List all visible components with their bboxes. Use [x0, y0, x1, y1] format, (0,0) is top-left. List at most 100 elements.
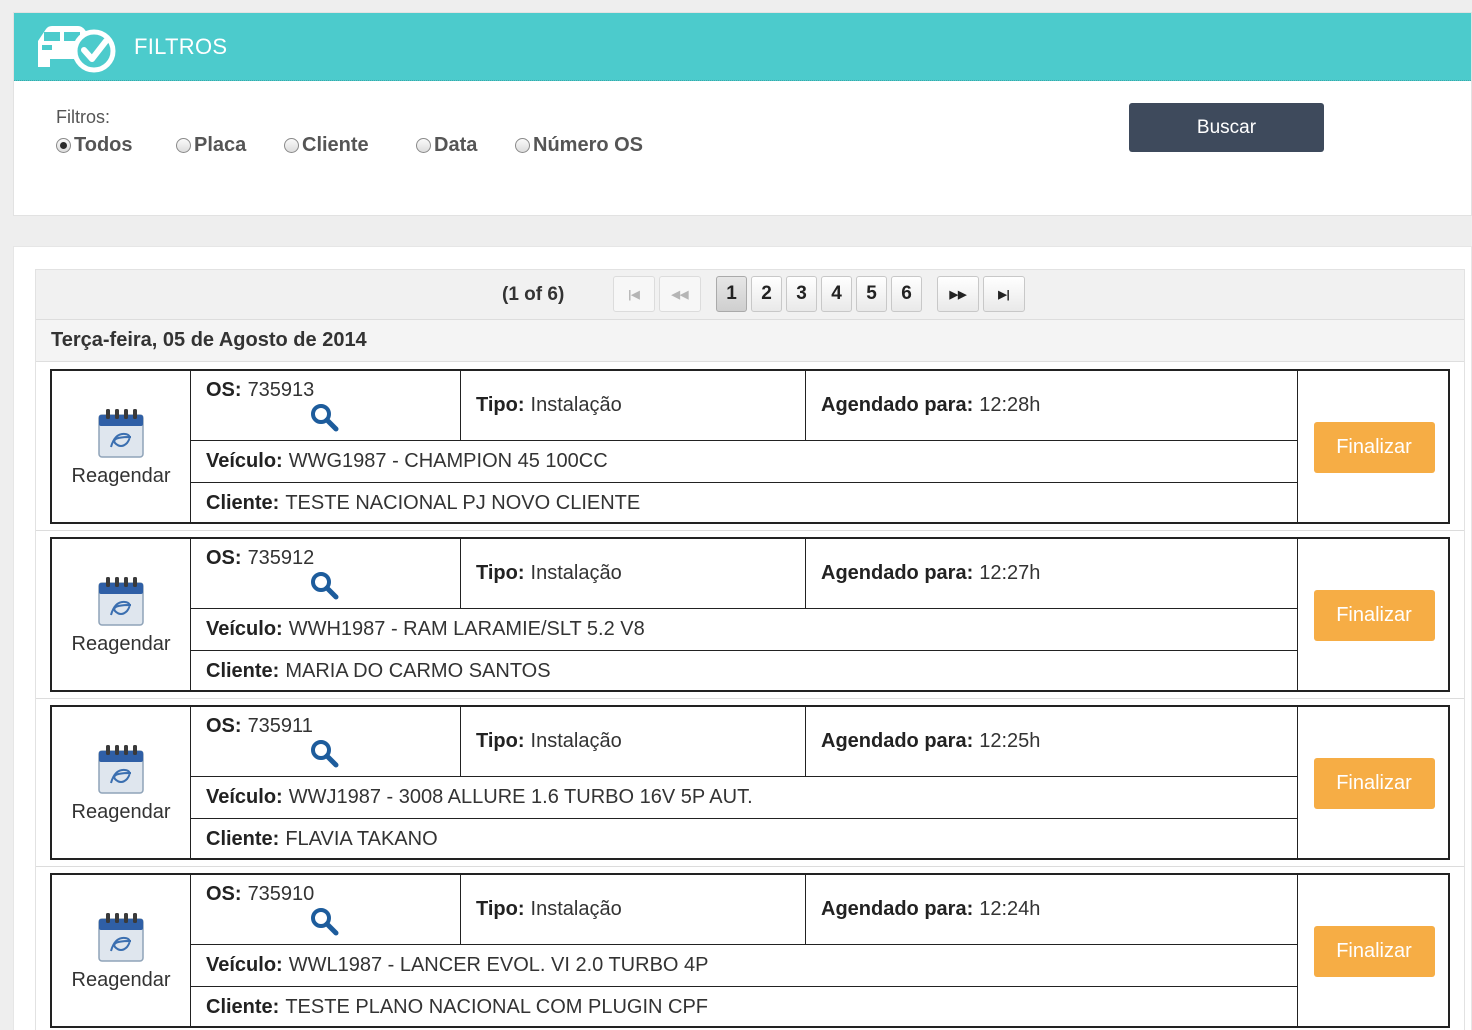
search-icon[interactable] [309, 570, 339, 600]
filter-option-label: Cliente [302, 134, 369, 156]
radio-button[interactable] [416, 138, 431, 153]
reschedule-button[interactable]: Reagendar [52, 539, 191, 692]
calendar-icon [98, 913, 144, 962]
scheduled-cell: Agendado para: 12:24h [806, 875, 1298, 945]
reschedule-button[interactable]: Reagendar [52, 707, 191, 860]
scheduled-label: Agendado para: [821, 394, 974, 416]
search-icon[interactable] [309, 402, 339, 432]
page-button-6[interactable]: 6 [891, 276, 922, 312]
filters-label: Filtros: [56, 107, 110, 127]
reschedule-button[interactable]: Reagendar [52, 371, 191, 524]
filter-option-cliente[interactable]: Cliente [284, 134, 416, 157]
client-label: Cliente: [206, 492, 280, 514]
results-panel: (1 of 6) |◀ ◀◀ 1 2 3 4 5 6 ▶▶ ▶| Terça-f… [13, 246, 1472, 1030]
type-label: Tipo: [476, 730, 525, 752]
radio-button[interactable] [515, 138, 530, 153]
os-label: OS: [206, 547, 242, 569]
service-order-card: Reagendar OS: 735910 Tipo: Instalação Agen… [50, 873, 1450, 1028]
filter-option-todos[interactable]: Todos [56, 134, 176, 157]
search-icon[interactable] [309, 906, 339, 936]
filter-option-data[interactable]: Data [416, 134, 515, 157]
date-group-header: Terça-feira, 05 de Agosto de 2014 [36, 320, 1464, 362]
os-value: 735913 [247, 379, 315, 401]
prev-page-button[interactable]: ◀◀ [659, 276, 701, 312]
filters-body: Filtros: Todos Placa Cliente Data Número… [14, 81, 1471, 217]
os-number: OS: 735911 [206, 715, 313, 738]
filter-option-label: Data [434, 134, 478, 156]
paginator: (1 of 6) |◀ ◀◀ 1 2 3 4 5 6 ▶▶ ▶| [36, 270, 1464, 320]
finalize-button[interactable]: Finalizar [1313, 590, 1435, 641]
vehicle-value: WWG1987 - CHAMPION 45 100CC [288, 450, 608, 472]
radio-button[interactable] [284, 138, 299, 153]
action-cell: Finalizar [1298, 875, 1450, 1028]
type-cell: Tipo: Instalação [461, 539, 806, 609]
type-cell: Tipo: Instalação [461, 875, 806, 945]
type-value: Instalação [530, 394, 622, 416]
finalize-button[interactable]: Finalizar [1313, 422, 1435, 473]
search-button[interactable]: Buscar [1129, 103, 1324, 152]
type-cell: Tipo: Instalação [461, 371, 806, 441]
scheduled-label: Agendado para: [821, 730, 974, 752]
first-page-button[interactable]: |◀ [613, 276, 655, 312]
os-cell: OS: 735911 [191, 707, 461, 777]
page-button-4[interactable]: 4 [821, 276, 852, 312]
client-cell: Cliente: TESTE NACIONAL PJ NOVO CLIENTE [191, 483, 1298, 524]
client-value: TESTE NACIONAL PJ NOVO CLIENTE [285, 492, 641, 514]
last-page-button[interactable]: ▶| [983, 276, 1025, 312]
action-cell: Finalizar [1298, 707, 1450, 860]
os-value: 735912 [247, 547, 315, 569]
os-cell: OS: 735913 [191, 371, 461, 441]
search-icon[interactable] [309, 738, 339, 768]
os-value: 735910 [247, 883, 315, 905]
reschedule-label: Reagendar [71, 801, 171, 823]
client-label: Cliente: [206, 660, 280, 682]
scheduled-cell: Agendado para: 12:28h [806, 371, 1298, 441]
client-cell: Cliente: MARIA DO CARMO SANTOS [191, 651, 1298, 692]
scheduled-label: Agendado para: [821, 562, 974, 584]
reschedule-button[interactable]: Reagendar [52, 875, 191, 1028]
client-cell: Cliente: TESTE PLANO NACIONAL COM PLUGIN … [191, 987, 1298, 1028]
os-cell: OS: 735912 [191, 539, 461, 609]
filter-option-numero-os[interactable]: Número OS [515, 134, 643, 157]
scheduled-value: 12:27h [979, 562, 1041, 584]
vehicle-cell: Veículo: WWJ1987 - 3008 ALLURE 1.6 TURBO … [191, 777, 1298, 819]
filter-option-label: Todos [74, 134, 133, 156]
vehicle-value: WWL1987 - LANCER EVOL. VI 2.0 TURBO 4P [288, 954, 709, 976]
service-order-card: Reagendar OS: 735911 Tipo: Instalação Agen… [50, 705, 1450, 860]
car-check-icon [38, 25, 116, 72]
radio-button[interactable] [176, 138, 191, 153]
calendar-icon [98, 745, 144, 794]
vehicle-value: WWJ1987 - 3008 ALLURE 1.6 TURBO 16V 5P A… [288, 786, 753, 808]
finalize-button[interactable]: Finalizar [1313, 926, 1435, 977]
client-cell: Cliente: FLAVIA TAKANO [191, 819, 1298, 860]
filter-option-label: Placa [194, 134, 247, 156]
page-button-3[interactable]: 3 [786, 276, 817, 312]
vehicle-label: Veículo: [206, 450, 283, 472]
service-order-row: Reagendar OS: 735910 Tipo: Instalação Agen… [36, 867, 1464, 1030]
radio-button[interactable] [56, 138, 71, 153]
calendar-icon [98, 577, 144, 626]
client-value: TESTE PLANO NACIONAL COM PLUGIN CPF [285, 996, 709, 1018]
filter-option-placa[interactable]: Placa [176, 134, 284, 157]
os-cell: OS: 735910 [191, 875, 461, 945]
os-number: OS: 735910 [206, 883, 314, 906]
page-button-5[interactable]: 5 [856, 276, 887, 312]
reschedule-label: Reagendar [71, 633, 171, 655]
service-order-card: Reagendar OS: 735913 Tipo: Instalação Agen… [50, 369, 1450, 524]
filters-header: FILTROS [14, 13, 1471, 81]
scheduled-value: 12:25h [979, 730, 1041, 752]
finalize-button[interactable]: Finalizar [1313, 758, 1435, 809]
vehicle-cell: Veículo: WWG1987 - CHAMPION 45 100CC [191, 441, 1298, 483]
type-label: Tipo: [476, 562, 525, 584]
scheduled-value: 12:28h [979, 394, 1041, 416]
vehicle-label: Veículo: [206, 618, 283, 640]
scheduled-label: Agendado para: [821, 898, 974, 920]
page-button-2[interactable]: 2 [751, 276, 782, 312]
page-button-1[interactable]: 1 [716, 276, 747, 312]
service-order-row: Reagendar OS: 735912 Tipo: Instalação Agen… [36, 531, 1464, 699]
filters-panel: FILTROS Filtros: Todos Placa Cliente Dat… [13, 12, 1472, 216]
type-value: Instalação [530, 898, 622, 920]
next-page-button[interactable]: ▶▶ [937, 276, 979, 312]
action-cell: Finalizar [1298, 371, 1450, 524]
service-order-row: Reagendar OS: 735911 Tipo: Instalação Agen… [36, 699, 1464, 867]
